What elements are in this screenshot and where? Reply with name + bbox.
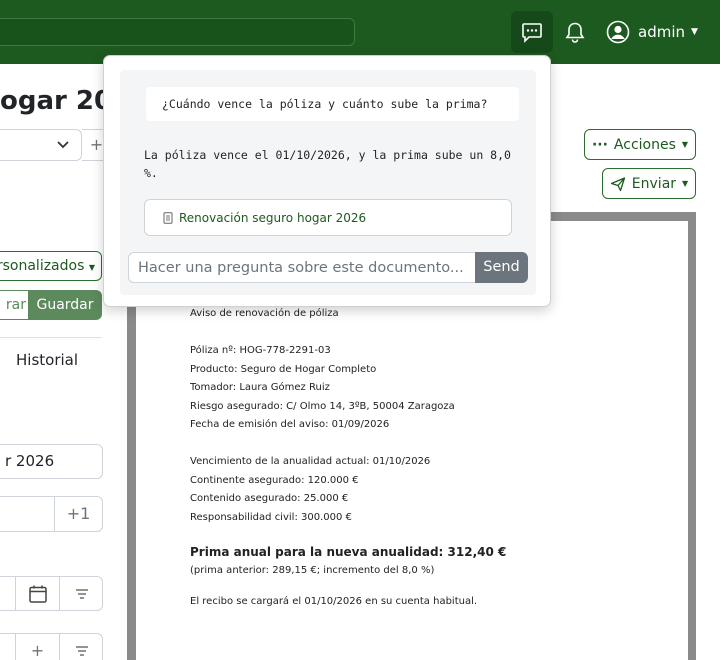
doc-line: Tomador: Laura Gómez Ruiz <box>190 382 330 393</box>
filter-icon <box>75 588 88 599</box>
filter-icon <box>75 645 88 656</box>
cancel-button[interactable]: rar <box>0 290 28 320</box>
send-icon <box>610 176 625 191</box>
actions-label: Acciones <box>613 136 676 153</box>
chat-send-button[interactable]: Send <box>475 252 528 283</box>
chat-panel: ¿Cuándo vence la póliza y cuánto sube la… <box>120 70 536 295</box>
caret-down-icon: ▼ <box>88 263 95 272</box>
send-dropdown[interactable]: Enviar ▼ <box>602 168 696 199</box>
title-field[interactable]: r 2026 <box>0 444 103 479</box>
tabs-divider <box>0 337 102 338</box>
doc-line: Póliza nº: HOG-778-2291-03 <box>190 345 331 356</box>
custom-fields-label: rsonalizados <box>0 258 85 274</box>
calendar-icon <box>28 585 47 603</box>
caret-down-icon: ▼ <box>682 179 689 188</box>
chevron-down-icon: ▼ <box>691 27 698 37</box>
document-chat-popover: ¿Cuándo vence la póliza y cuánto sube la… <box>103 55 551 307</box>
left-panel: ogar 202 + rsonalizados ▼ rar Guardar Hi… <box>0 64 130 660</box>
doc-line: Producto: Seguro de Hogar Completo <box>190 363 377 375</box>
bell-icon <box>565 22 585 43</box>
document-text: Aviso de renovación de póliza Póliza nº:… <box>190 305 670 612</box>
filter-button[interactable] <box>59 577 103 610</box>
doc-line: Riesgo asegurado: C/ Olmo 14, 3ºB, 50004… <box>190 400 455 412</box>
doc-line: El recibo se cargará el 01/10/2026 en su… <box>190 596 478 607</box>
source-document-link[interactable]: Renovación seguro hogar 2026 <box>144 199 512 236</box>
actions-dropdown[interactable]: ··· Acciones ▼ <box>584 129 696 160</box>
tab-history[interactable]: Historial <box>16 351 78 369</box>
number-field[interactable]: +1 <box>0 496 103 532</box>
doc-premium: Prima anual para la nueva anualidad: 312… <box>190 545 507 559</box>
send-label: Enviar <box>631 175 677 192</box>
doc-heading: Aviso de renovación de póliza <box>190 308 339 319</box>
increment-button[interactable]: +1 <box>54 497 102 531</box>
chat-question-input[interactable] <box>128 252 476 283</box>
correspondent-field[interactable]: + <box>0 633 103 660</box>
custom-fields-dropdown[interactable]: rsonalizados ▼ <box>0 251 102 281</box>
doc-line: Continente asegurado: 120.000 € <box>190 474 359 486</box>
document-chat-button[interactable] <box>511 11 553 53</box>
calendar-button[interactable] <box>15 577 59 610</box>
form-actions: rar Guardar <box>0 290 102 320</box>
filter-button[interactable] <box>59 634 103 660</box>
chevron-down-icon <box>57 141 69 149</box>
doc-line: Contenido asegurado: 25.000 € <box>190 493 349 504</box>
user-question: ¿Cuándo vence la póliza y cuánto sube la… <box>146 87 519 121</box>
save-button[interactable]: Guardar <box>28 290 102 320</box>
document-icon <box>163 211 173 224</box>
global-search-input[interactable] <box>0 18 355 46</box>
type-select[interactable] <box>0 129 82 161</box>
user-avatar-icon <box>606 20 630 44</box>
doc-line: (prima anterior: 289,15 €; incremento de… <box>190 565 435 576</box>
source-document-title: Renovación seguro hogar 2026 <box>179 210 367 225</box>
doc-line: Responsabilidad civil: 300.000 € <box>190 511 352 523</box>
user-name: admin <box>638 23 685 41</box>
doc-line: Vencimiento de la anualidad actual: 01/1… <box>190 456 431 467</box>
assistant-answer: La póliza vence el 01/10/2026, y la prim… <box>144 148 518 180</box>
more-dots-icon: ··· <box>591 136 608 153</box>
notifications-button[interactable] <box>562 19 588 45</box>
caret-down-icon: ▼ <box>681 140 689 149</box>
doc-line: Fecha de emisión del aviso: 01/09/2026 <box>190 419 390 430</box>
add-button[interactable]: + <box>15 634 59 660</box>
user-menu[interactable]: admin ▼ <box>606 19 698 45</box>
date-field[interactable] <box>0 576 103 611</box>
chat-icon <box>522 23 542 43</box>
